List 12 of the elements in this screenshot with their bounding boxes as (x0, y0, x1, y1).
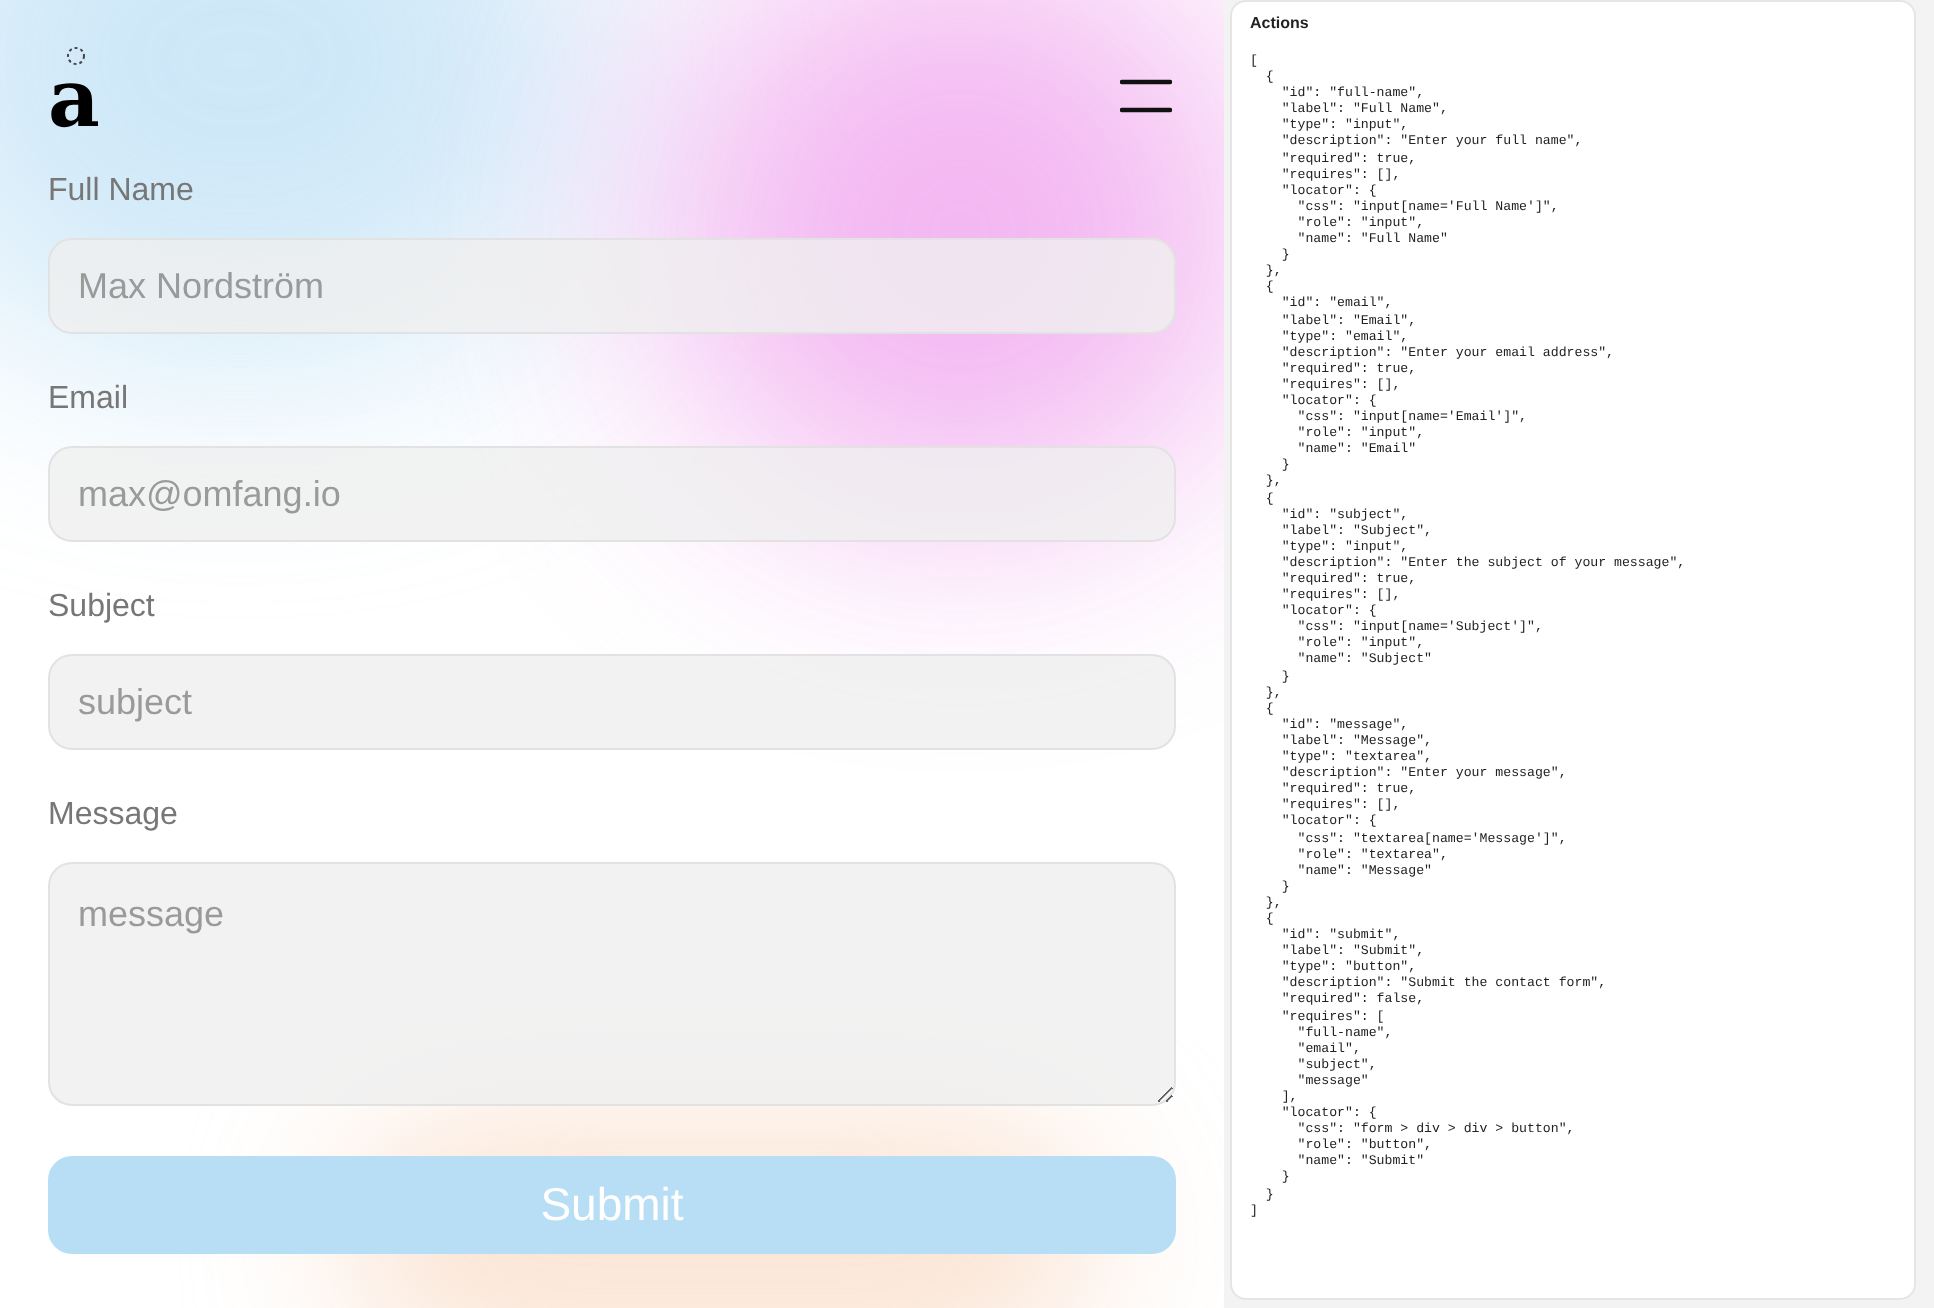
panel-title: Actions (1250, 12, 1311, 36)
menu-icon[interactable] (1120, 78, 1172, 114)
logo-letter: a (48, 68, 100, 132)
message-textarea[interactable]: message (48, 862, 1176, 1106)
input-field[interactable]: Max Nordström (48, 238, 1176, 334)
dotted-circle-icon (66, 46, 86, 66)
field-label: Email (48, 380, 131, 420)
input-field[interactable]: max@omfang.io (48, 446, 1176, 542)
field-label: Subject (48, 588, 157, 628)
field-label: Full Name (48, 172, 196, 212)
input-field[interactable]: subject (48, 654, 1176, 750)
field-label: Message (48, 796, 180, 836)
